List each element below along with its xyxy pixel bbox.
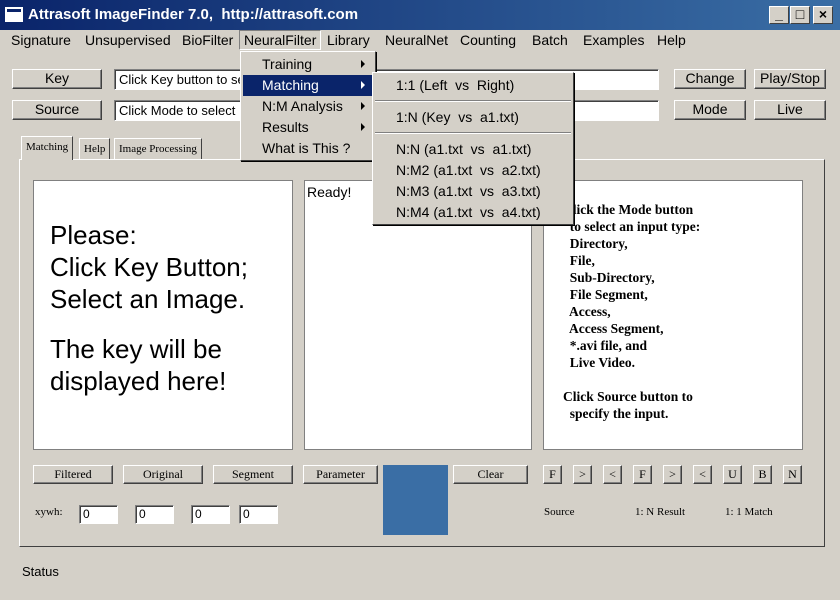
nav-next-button-2[interactable]: > <box>663 465 682 484</box>
menu-help[interactable]: Help <box>657 30 686 50</box>
menu-bar: Signature Unsupervised BioFilter NeuralF… <box>0 30 840 50</box>
menu-separator <box>375 100 571 102</box>
minimize-button[interactable]: _ <box>769 6 789 24</box>
instruction-line: to select an input type: <box>563 219 701 234</box>
play-stop-button[interactable]: Play/Stop <box>754 69 826 89</box>
menu-item-matching[interactable]: Matching <box>243 75 373 96</box>
nav-b-button[interactable]: B <box>753 465 772 484</box>
menu-counting[interactable]: Counting <box>460 30 516 50</box>
menu-item-what-is-this[interactable]: What is This ? <box>243 138 373 159</box>
n-result-label: 1: N Result <box>635 506 686 518</box>
close-button[interactable]: × <box>813 6 833 24</box>
instruction-line: Access Segment, <box>563 321 664 336</box>
xywh-label: xywh: <box>35 506 63 518</box>
menu-neuralfilter[interactable]: NeuralFilter <box>239 30 322 50</box>
app-window-icon <box>5 7 23 22</box>
results-text: Ready! <box>307 184 352 200</box>
parameter-button[interactable]: Parameter <box>303 465 378 484</box>
maximize-button[interactable]: □ <box>790 6 810 24</box>
change-button[interactable]: Change <box>674 69 746 89</box>
key-text-line: Please: <box>50 220 137 250</box>
menu-item-label: Results <box>262 119 309 135</box>
one-match-label: 1: 1 Match <box>725 506 773 518</box>
submenu-arrow-icon <box>361 102 365 110</box>
submenu-arrow-icon <box>361 81 365 89</box>
instruction-line: File Segment, <box>563 287 648 302</box>
nav-next-button[interactable]: > <box>573 465 592 484</box>
instructions-panel: Click the Mode button to select an input… <box>543 180 803 450</box>
key-text-line: Select an Image. <box>50 284 246 314</box>
menu-item-results[interactable]: Results <box>243 117 373 138</box>
original-button[interactable]: Original <box>123 465 203 484</box>
menu-unsupervised[interactable]: Unsupervised <box>85 30 171 50</box>
nav-u-button[interactable]: U <box>723 465 742 484</box>
x-input[interactable]: 0 <box>79 505 118 524</box>
instruction-line: File, <box>563 253 595 268</box>
mode-button[interactable]: Mode <box>674 100 746 120</box>
status-bar-text: Status <box>22 564 59 579</box>
menu-neuralnet[interactable]: NeuralNet <box>385 30 448 50</box>
key-image-panel: Please: Click Key Button; Select an Imag… <box>33 180 293 450</box>
menu-biofilter[interactable]: BioFilter <box>182 30 233 50</box>
tab-matching[interactable]: Matching <box>21 136 74 160</box>
source-button[interactable]: Source <box>12 100 102 120</box>
live-button[interactable]: Live <box>754 100 826 120</box>
menu-item-n-m2[interactable]: N:M2 (a1.txt vs a2.txt) <box>375 160 571 181</box>
nav-n-button[interactable]: N <box>783 465 802 484</box>
menu-item-label: Training <box>262 56 313 72</box>
title-bar[interactable]: Attrasoft ImageFinder 7.0, http://attras… <box>0 0 840 30</box>
menu-item-n-n[interactable]: N:N (a1.txt vs a1.txt) <box>375 139 571 160</box>
source-label: Source <box>544 506 575 518</box>
y-input[interactable]: 0 <box>135 505 174 524</box>
filtered-button[interactable]: Filtered <box>33 465 113 484</box>
instruction-line <box>563 371 700 388</box>
tab-help[interactable]: Help <box>79 138 111 160</box>
color-preview-swatch <box>383 465 448 535</box>
window-title: Attrasoft ImageFinder 7.0, http://attras… <box>28 6 359 23</box>
menu-item-training[interactable]: Training <box>243 54 373 75</box>
instruction-line: Directory, <box>563 236 628 251</box>
instructions-text: Click the Mode button to select an input… <box>563 201 700 422</box>
nav-first-button[interactable]: F <box>543 465 562 484</box>
neuralfilter-dropdown: Training Matching N:M Analysis Results W… <box>240 51 376 161</box>
matching-submenu: 1:1 (Left vs Right) 1:N (Key vs a1.txt) … <box>372 72 574 225</box>
h-input[interactable]: 0 <box>239 505 278 524</box>
tab-image-processing[interactable]: Image Processing <box>114 138 202 160</box>
instruction-line: specify the input. <box>563 406 669 421</box>
menu-item-1-1-left-right[interactable]: 1:1 (Left vs Right) <box>375 75 571 96</box>
menu-batch[interactable]: Batch <box>532 30 568 50</box>
menu-item-label: N:M Analysis <box>262 98 343 114</box>
submenu-arrow-icon <box>361 123 365 131</box>
key-button[interactable]: Key <box>12 69 102 89</box>
menu-item-1-n-key[interactable]: 1:N (Key vs a1.txt) <box>375 107 571 128</box>
key-text-line: displayed here! <box>50 366 227 396</box>
menu-item-nm-analysis[interactable]: N:M Analysis <box>243 96 373 117</box>
instruction-line: *.avi file, and <box>563 338 648 353</box>
menu-signature[interactable]: Signature <box>11 30 71 50</box>
nav-prev-button-2[interactable]: < <box>693 465 712 484</box>
menu-separator <box>375 132 571 134</box>
nav-first-button-2[interactable]: F <box>633 465 652 484</box>
menu-item-label: What is This ? <box>262 140 351 156</box>
menu-item-label: Matching <box>262 77 319 93</box>
nav-prev-button[interactable]: < <box>603 465 622 484</box>
key-text-line: The key will be <box>50 334 222 364</box>
submenu-arrow-icon <box>361 60 365 68</box>
clear-button[interactable]: Clear <box>453 465 528 484</box>
menu-item-n-m4[interactable]: N:M4 (a1.txt vs a4.txt) <box>375 202 571 223</box>
key-text-line: Click Key Button; <box>50 252 248 282</box>
instruction-line: Live Video. <box>563 355 636 370</box>
menu-examples[interactable]: Examples <box>583 30 644 50</box>
menu-item-n-m3[interactable]: N:M3 (a1.txt vs a3.txt) <box>375 181 571 202</box>
instruction-line: Click the Mode button <box>563 202 694 217</box>
key-placeholder-text: Please: Click Key Button; Select an Imag… <box>50 219 248 397</box>
instruction-line: Sub-Directory, <box>563 270 655 285</box>
instruction-line: Click Source button to <box>563 389 693 404</box>
instruction-line: Access, <box>563 304 611 319</box>
segment-button[interactable]: Segment <box>213 465 293 484</box>
w-input[interactable]: 0 <box>191 505 230 524</box>
menu-library[interactable]: Library <box>327 30 370 50</box>
